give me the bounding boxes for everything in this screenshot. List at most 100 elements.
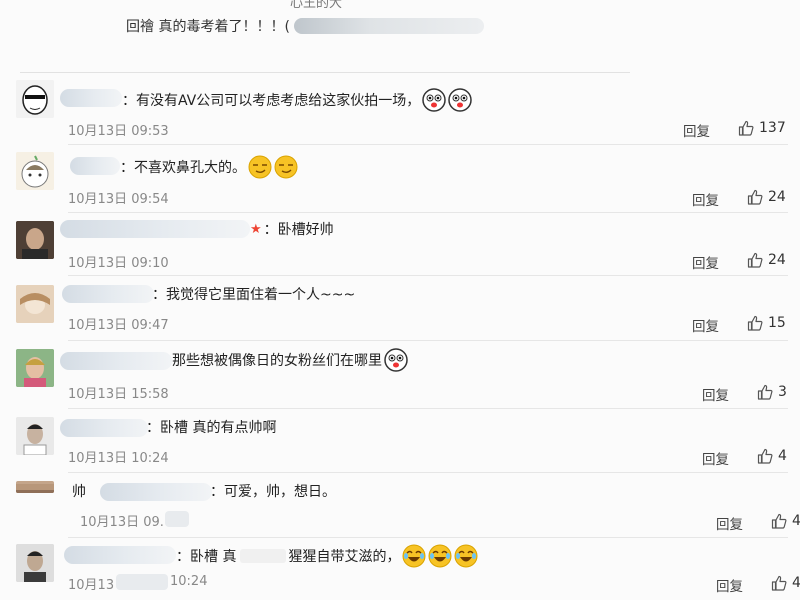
timestamp: 10月13日 09:10 bbox=[68, 256, 169, 271]
funny-face-icon bbox=[422, 88, 447, 112]
like-button[interactable]: 4 bbox=[757, 448, 787, 464]
avatar[interactable] bbox=[16, 417, 54, 455]
blurred-username[interactable] bbox=[60, 220, 250, 238]
thumbs-up-icon bbox=[738, 120, 754, 136]
thumbs-up-icon bbox=[747, 252, 763, 268]
top-reply: 心王的大 回禬 真的毒考着了！！！( bbox=[0, 0, 800, 75]
laugh-cry-icon bbox=[402, 544, 426, 568]
timestamp: 10月13日 09:54 bbox=[68, 192, 169, 207]
like-count: 24 bbox=[768, 252, 786, 268]
comment-item: ：卧槽 真的有点帅啊 10月13日 10:24 回复 4 bbox=[0, 409, 800, 473]
timestamp: 10月13日 15:58 bbox=[68, 387, 169, 402]
comment-item: ★ ：卧槽好帅 10月13日 09:10 回复 24 bbox=[0, 212, 800, 276]
comment-text-content: ：不喜欢鼻孔大的。 bbox=[120, 160, 246, 176]
smirk-face-icon bbox=[274, 155, 298, 179]
reply-button[interactable]: 回复 bbox=[716, 575, 743, 595]
comment-name-prefix: 帅 bbox=[72, 484, 86, 500]
comment-text: ★ ：卧槽好帅 bbox=[250, 219, 334, 239]
like-button[interactable]: 3 bbox=[757, 384, 787, 400]
comment-item: ：我觉得它里面住着一个人~~~ 10月13日 09:47 回复 15 bbox=[0, 276, 800, 340]
blurred-username[interactable] bbox=[64, 546, 176, 564]
avatar[interactable] bbox=[16, 80, 54, 118]
avatar[interactable] bbox=[16, 221, 54, 259]
blurred-timestamp bbox=[116, 574, 168, 590]
top-reply-line: 回禬 真的毒考着了！！！( bbox=[126, 16, 484, 36]
thumbs-up-icon bbox=[747, 189, 763, 205]
like-button[interactable]: 4 bbox=[771, 575, 800, 591]
comment-text: ：卧槽 真 猩猩自带艾滋的， bbox=[176, 544, 478, 568]
like-button[interactable]: 137 bbox=[738, 120, 786, 136]
like-count: 3 bbox=[778, 384, 787, 400]
blurred-username[interactable] bbox=[60, 419, 148, 437]
comment-text-content: ：卧槽 真的有点帅啊 bbox=[146, 420, 277, 436]
thumbs-up-icon bbox=[771, 575, 787, 591]
like-count: 4 bbox=[792, 513, 800, 529]
reply-button[interactable]: 回复 bbox=[683, 120, 710, 140]
reply-button[interactable]: 回复 bbox=[692, 315, 719, 335]
blurred-username[interactable] bbox=[70, 157, 120, 175]
thumbs-up-icon bbox=[757, 448, 773, 464]
comment-item: ：卧槽 真 猩猩自带艾滋的， 10月13 10:24 回复 4 bbox=[0, 538, 800, 600]
blurred-username[interactable] bbox=[62, 285, 154, 303]
reply-button[interactable]: 回复 bbox=[692, 252, 719, 272]
funny-face-icon bbox=[448, 88, 473, 112]
timestamp: 10月13日 09. bbox=[80, 515, 164, 530]
comment-text-content: ：卧槽 真 bbox=[176, 549, 237, 565]
thumbs-up-icon bbox=[747, 315, 763, 331]
comment-item: 帅 ：可爱，帅，想日。 10月13日 09. 回复 4 bbox=[0, 473, 800, 539]
blurred-username bbox=[293, 18, 484, 34]
laugh-cry-icon bbox=[454, 544, 478, 568]
avatar[interactable] bbox=[16, 349, 54, 387]
divider bbox=[68, 144, 788, 145]
comment-text: ：可爱，帅，想日。 bbox=[210, 481, 336, 501]
timestamp-date: 10月13 bbox=[68, 578, 115, 593]
smirk-face-icon bbox=[248, 155, 272, 179]
like-count: 15 bbox=[768, 315, 786, 331]
top-reply-text: 回禬 真的毒考着了！！！( bbox=[126, 19, 290, 35]
divider bbox=[20, 72, 630, 73]
timestamp: 10月13日 09:53 bbox=[68, 124, 169, 139]
thumbs-up-icon bbox=[757, 384, 773, 400]
avatar[interactable] bbox=[16, 544, 54, 582]
reply-button[interactable]: 回复 bbox=[702, 384, 729, 404]
like-count: 4 bbox=[792, 575, 800, 591]
like-count: 137 bbox=[759, 120, 786, 136]
blurred-username[interactable] bbox=[100, 483, 212, 501]
like-count: 4 bbox=[778, 448, 787, 464]
comment-text: ：不喜欢鼻孔大的。 bbox=[120, 155, 298, 179]
comment-text-content-2: 猩猩自带艾滋的， bbox=[288, 549, 401, 565]
comment-item: 那些想被偶像日的女粉丝们在哪里 10月13日 15:58 回复 3 bbox=[0, 341, 800, 407]
timestamp-time: 10:24 bbox=[170, 574, 208, 589]
comment-text-content: ：我觉得它里面住着一个人~~~ bbox=[152, 287, 356, 303]
vip-star-icon: ★ bbox=[250, 221, 262, 237]
comment-text: 那些想被偶像日的女粉丝们在哪里 bbox=[172, 348, 408, 372]
blurred-username[interactable] bbox=[60, 352, 172, 370]
blurred-timestamp bbox=[165, 511, 189, 527]
comment-text: ：卧槽 真的有点帅啊 bbox=[146, 417, 276, 437]
like-button[interactable]: 24 bbox=[747, 189, 786, 205]
comment-text-content: ：可爱，帅，想日。 bbox=[210, 484, 336, 500]
like-count: 24 bbox=[768, 189, 786, 205]
timestamp: 10月13 bbox=[68, 574, 114, 593]
comment-text-content: 那些想被偶像日的女粉丝们在哪里 bbox=[172, 353, 382, 369]
cut-off-text: 心王的大 bbox=[290, 0, 343, 11]
like-button[interactable]: 24 bbox=[747, 252, 786, 268]
comment-text: ：我觉得它里面住着一个人~~~ bbox=[152, 284, 355, 304]
avatar[interactable] bbox=[16, 152, 54, 190]
reply-button[interactable]: 回复 bbox=[716, 513, 743, 533]
reply-button[interactable]: 回复 bbox=[692, 189, 719, 209]
funny-face-icon bbox=[384, 348, 408, 372]
avatar[interactable] bbox=[16, 481, 54, 493]
timestamp: 10月13日 09:47 bbox=[68, 318, 169, 333]
thumbs-up-icon bbox=[771, 513, 787, 529]
comment-text-content: ：有没有AV公司可以考虑考虑给这家伙拍一场， bbox=[122, 93, 421, 109]
avatar[interactable] bbox=[16, 285, 54, 323]
blurred-username[interactable] bbox=[60, 89, 122, 107]
like-button[interactable]: 15 bbox=[747, 315, 786, 331]
blurred-text bbox=[240, 549, 287, 563]
laugh-cry-icon bbox=[428, 544, 452, 568]
like-button[interactable]: 4 bbox=[771, 513, 800, 529]
reply-button[interactable]: 回复 bbox=[702, 448, 729, 468]
comment-text: ：有没有AV公司可以考虑考虑给这家伙拍一场， bbox=[122, 88, 473, 112]
comment-text-content: ：卧槽好帅 bbox=[263, 222, 334, 238]
